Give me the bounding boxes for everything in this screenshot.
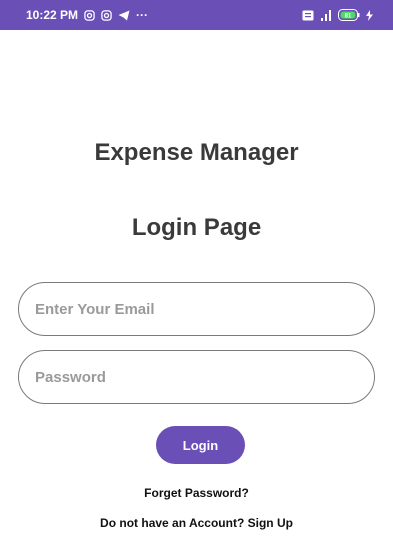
login-button[interactable]: Login [156, 426, 245, 464]
app-title: Expense Manager [94, 139, 299, 166]
instagram-icon [84, 9, 95, 21]
telegram-icon [118, 10, 130, 21]
signup-link[interactable]: Do not have an Account? Sign Up [0, 516, 393, 530]
battery-icon: 81 [338, 9, 360, 21]
email-input[interactable] [18, 282, 375, 336]
password-input[interactable] [18, 350, 375, 404]
status-right: 81 [302, 9, 373, 21]
status-bar: 10:22 PM ··· 81 [0, 0, 393, 30]
page-title: Login Page [131, 214, 262, 241]
status-left: 10:22 PM ··· [26, 8, 148, 22]
forget-password-link[interactable]: Forget Password? [0, 486, 393, 500]
signal-icon [320, 9, 332, 21]
battery-level: 81 [345, 14, 352, 20]
status-time: 10:22 PM [26, 8, 79, 22]
volte-icon [302, 10, 314, 21]
more-notifications-icon: ··· [136, 8, 149, 22]
charging-icon [366, 9, 373, 21]
instagram-icon [101, 9, 112, 21]
